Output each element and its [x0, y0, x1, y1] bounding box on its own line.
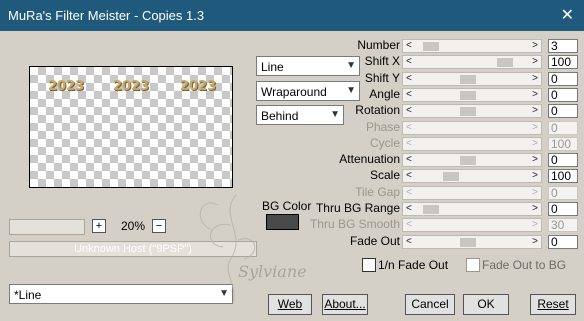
thru-bg-smooth-slider: < >	[402, 218, 542, 232]
fade-out-slider-thumb[interactable]	[460, 238, 476, 247]
chevron-left-icon[interactable]: <	[406, 154, 412, 165]
attenuation-label: Attenuation	[339, 152, 400, 166]
shift-y-slider[interactable]: < >	[402, 72, 542, 86]
chevron-left-icon[interactable]: <	[406, 89, 412, 100]
number-slider-thumb[interactable]	[423, 42, 439, 51]
scale-slider[interactable]: < >	[402, 169, 542, 183]
shift-x-value[interactable]: 100	[548, 55, 578, 69]
attenuation-slider-thumb[interactable]	[460, 156, 476, 165]
chevron-right-icon[interactable]: >	[532, 154, 538, 165]
preview-year-1: 2023	[48, 79, 85, 94]
chevron-right-icon[interactable]: >	[532, 105, 538, 116]
scale-label: Scale	[369, 168, 400, 182]
rotation-value[interactable]: 0	[548, 104, 578, 118]
phase-slider: < >	[402, 121, 542, 135]
chevron-left-icon: <	[406, 122, 412, 133]
preset-select-value: *Line	[14, 288, 42, 302]
fade-out-value[interactable]: 0	[548, 235, 578, 249]
number-slider[interactable]: < >	[402, 39, 542, 53]
shift-x-slider-thumb[interactable]	[497, 58, 513, 67]
phase-value: 0	[548, 121, 578, 135]
chevron-left-icon: <	[406, 187, 412, 198]
zoom-bar	[9, 219, 85, 235]
scale-slider-thumb[interactable]	[443, 172, 459, 181]
chevron-right-icon[interactable]: >	[532, 73, 538, 84]
fade-1n-checkbox[interactable]	[362, 258, 376, 272]
chevron-left-icon[interactable]: <	[406, 73, 412, 84]
ok-button-label: OK	[477, 297, 495, 311]
chevron-left-icon[interactable]: <	[406, 170, 412, 181]
chevron-right-icon: >	[532, 219, 538, 230]
zoom-in-button[interactable]: +	[92, 219, 106, 233]
rotation-slider[interactable]: < >	[402, 104, 542, 118]
cycle-slider: < >	[402, 137, 542, 151]
signature-watermark: Sylviane	[199, 194, 307, 304]
about-button-label: About...	[324, 297, 366, 311]
fade-to-bg-checkbox[interactable]	[466, 258, 480, 272]
shift-y-value[interactable]: 0	[548, 72, 578, 86]
chevron-right-icon[interactable]: >	[532, 40, 538, 51]
attenuation-value[interactable]: 0	[548, 153, 578, 167]
thru-bg-range-value[interactable]: 0	[548, 202, 578, 216]
angle-label: Angle	[369, 87, 400, 101]
number-label: Number	[357, 38, 400, 52]
window-title: MuRa's Filter Meister - Copies 1.3	[8, 8, 205, 23]
chevron-left-icon[interactable]: <	[406, 203, 412, 214]
fade-to-bg-label: Fade Out to BG	[482, 258, 567, 272]
preview-year-2: 2023	[113, 79, 150, 94]
angle-value[interactable]: 0	[548, 88, 578, 102]
chevron-right-icon[interactable]: >	[532, 56, 538, 67]
title-bar: MuRa's Filter Meister - Copies 1.3 ✕	[0, 0, 584, 31]
chevron-right-icon[interactable]: >	[532, 236, 538, 247]
cancel-button-label: Cancel	[411, 297, 449, 311]
filter-window: MuRa's Filter Meister - Copies 1.3 ✕ 202…	[0, 0, 584, 321]
angle-slider-thumb[interactable]	[460, 91, 476, 100]
signature-text: Sylviane	[238, 262, 307, 281]
cancel-button[interactable]: Cancel	[405, 294, 455, 315]
chevron-right-icon: >	[532, 187, 538, 198]
reset-button[interactable]: Reset	[530, 294, 576, 315]
shift-y-label: Shift Y	[364, 71, 400, 85]
shift-x-slider[interactable]: < >	[402, 55, 542, 69]
rotation-slider-thumb[interactable]	[460, 107, 476, 116]
chevron-right-icon: >	[532, 122, 538, 133]
chevron-right-icon[interactable]: >	[532, 89, 538, 100]
fade-1n-label: 1/n Fade Out	[378, 258, 449, 272]
preview-year-3: 2023	[180, 79, 217, 94]
zoom-level: 20%	[120, 219, 146, 233]
chevron-right-icon: >	[532, 138, 538, 149]
cycle-value: 100	[548, 137, 578, 151]
thru-bg-range-slider[interactable]: < >	[402, 202, 542, 216]
close-icon[interactable]: ✕	[561, 5, 574, 25]
tile-gap-slider: < >	[402, 186, 542, 200]
rotation-label: Rotation	[355, 103, 400, 117]
scale-value[interactable]: 100	[548, 169, 578, 183]
phase-label: Phase	[365, 120, 400, 134]
fade-out-slider[interactable]: < >	[402, 235, 542, 249]
angle-slider[interactable]: < >	[402, 88, 542, 102]
mode-select-value: Line	[261, 60, 284, 74]
order-select-value: Behind	[261, 109, 299, 123]
zoom-out-button[interactable]: −	[152, 219, 166, 233]
preview-canvas[interactable]: 2023 2023 2023	[29, 66, 233, 188]
chevron-left-icon[interactable]: <	[406, 40, 412, 51]
chevron-right-icon[interactable]: >	[532, 203, 538, 214]
chevron-right-icon[interactable]: >	[532, 170, 538, 181]
ok-button[interactable]: OK	[463, 294, 509, 315]
attenuation-slider[interactable]: < >	[402, 153, 542, 167]
thru-bg-smooth-value: 30	[548, 218, 578, 232]
about-button[interactable]: About...	[322, 294, 368, 315]
reset-button-label: Reset	[537, 297, 569, 311]
cycle-label: Cycle	[369, 136, 400, 150]
chevron-left-icon: <	[406, 219, 412, 230]
chevron-left-icon[interactable]: <	[406, 236, 412, 247]
shift-x-label: Shift X	[364, 54, 400, 68]
chevron-left-icon[interactable]: <	[406, 105, 412, 116]
thru-bg-range-slider-thumb[interactable]	[423, 205, 439, 214]
chevron-left-icon[interactable]: <	[406, 56, 412, 67]
shift-y-slider-thumb[interactable]	[460, 75, 476, 84]
tile-gap-value: 0	[548, 186, 578, 200]
chevron-left-icon: <	[406, 138, 412, 149]
number-value[interactable]: 3	[548, 39, 578, 53]
